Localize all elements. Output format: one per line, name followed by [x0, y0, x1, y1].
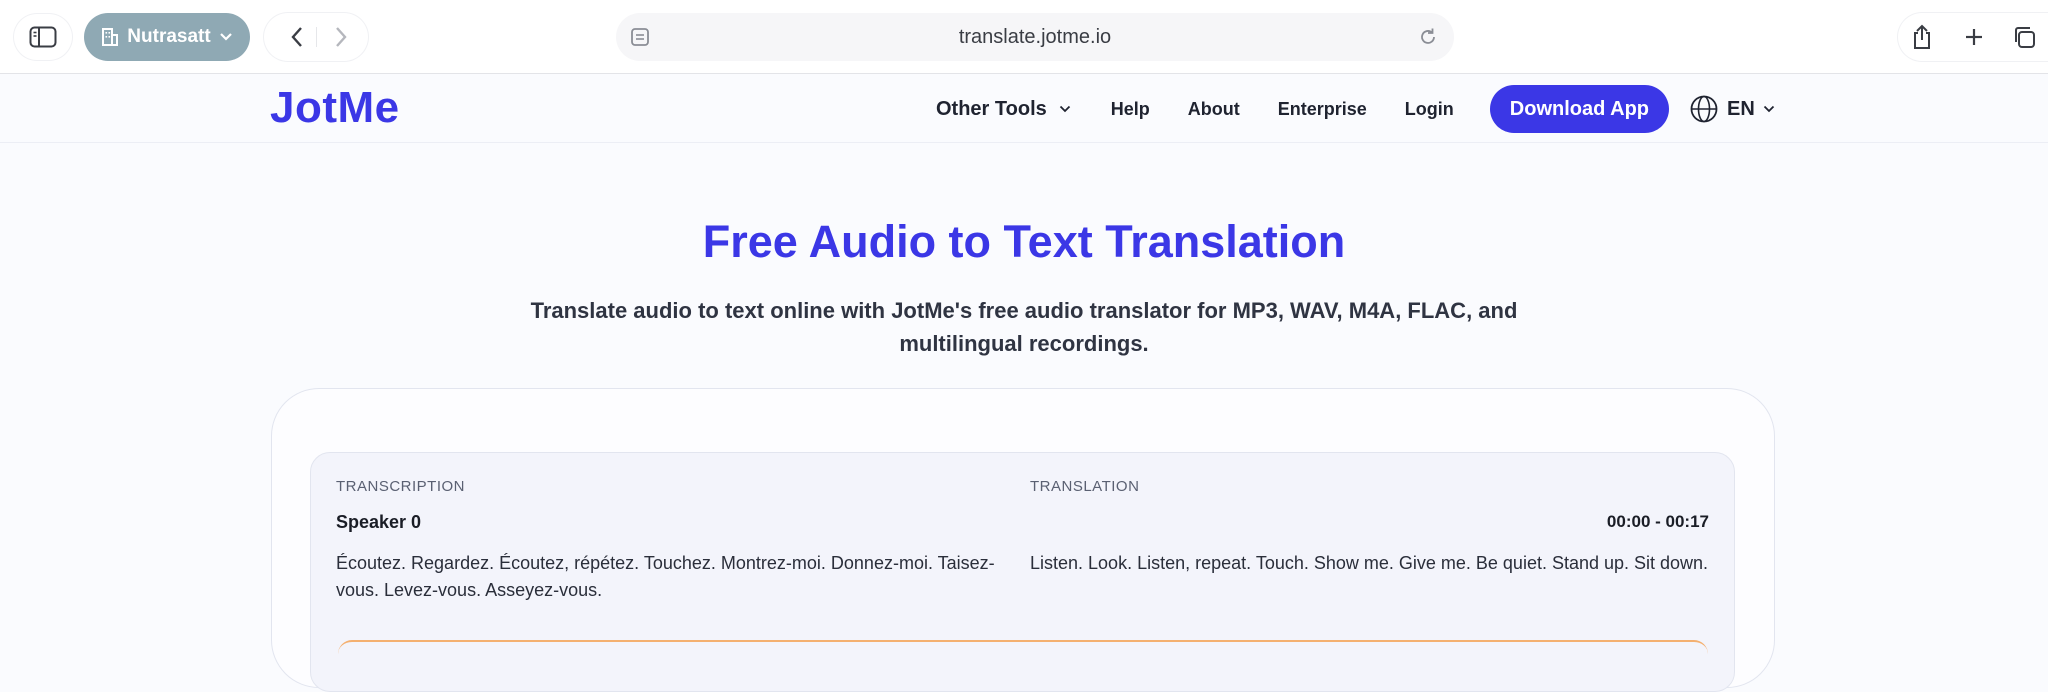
browser-toolbar: Nutrasatt translate.jotme.io [0, 0, 2048, 74]
tab-overview-button[interactable] [2002, 13, 2046, 61]
nav-help[interactable]: Help [1111, 99, 1150, 120]
language-label: EN [1727, 97, 1755, 120]
back-button[interactable] [278, 13, 316, 61]
reload-icon[interactable] [1416, 25, 1440, 49]
nav-enterprise[interactable]: Enterprise [1278, 99, 1367, 120]
download-app-button[interactable]: Download App [1489, 85, 1670, 133]
site-header: JotMe Other Tools Help About Enterprise … [0, 75, 2048, 143]
speaker-label: Speaker 0 [336, 512, 422, 532]
sidebar-icon [29, 26, 57, 48]
tabs-icon [2015, 27, 2035, 48]
address-bar[interactable]: translate.jotme.io [616, 13, 1454, 61]
nav-login[interactable]: Login [1405, 99, 1454, 120]
navigation-buttons [264, 13, 368, 61]
transcription-text: Écoutez. Regardez. Écoutez, répétez. Tou… [336, 553, 995, 600]
forward-arrow-icon [336, 27, 347, 47]
chevron-down-icon [1763, 105, 1774, 113]
chevron-down-icon [1059, 105, 1070, 113]
share-icon [1914, 24, 1930, 49]
main-nav: Other Tools Help About Enterprise Login … [936, 75, 1775, 143]
page-title: Free Audio to Text Translation [702, 216, 1346, 267]
language-selector[interactable]: EN [1689, 94, 1775, 124]
translation-label: TRANSLATION [1030, 478, 1140, 495]
sidebar-toggle-button[interactable] [14, 14, 72, 60]
upload-area-edge [338, 640, 1708, 660]
nav-about[interactable]: About [1188, 99, 1240, 120]
segment-timestamp: 00:00 - 00:17 [1606, 512, 1709, 531]
globe-icon [1690, 95, 1718, 123]
back-arrow-icon [291, 27, 302, 47]
nav-divider [316, 27, 317, 47]
share-button[interactable] [1900, 13, 1944, 61]
forward-button[interactable] [322, 13, 360, 61]
nav-other-tools[interactable]: Other Tools [936, 98, 1071, 121]
plus-icon [1966, 29, 1982, 45]
profile-label: Nutrasatt [127, 26, 211, 47]
nav-other-tools-label: Other Tools [936, 97, 1047, 120]
translation-text: Listen. Look. Listen, repeat. Touch. Sho… [1030, 553, 1709, 573]
url-text: translate.jotme.io [958, 26, 1112, 48]
transcription-label: TRANSCRIPTION [336, 478, 466, 495]
new-tab-button[interactable] [1952, 13, 1996, 61]
building-icon [102, 28, 119, 46]
browser-actions [1898, 13, 2048, 61]
page-subtitle: Translate audio to text online with JotM… [530, 298, 1518, 356]
jotme-logo[interactable]: JotMe [270, 83, 400, 133]
chevron-down-icon [219, 33, 232, 41]
profile-switcher[interactable]: Nutrasatt [84, 13, 250, 61]
